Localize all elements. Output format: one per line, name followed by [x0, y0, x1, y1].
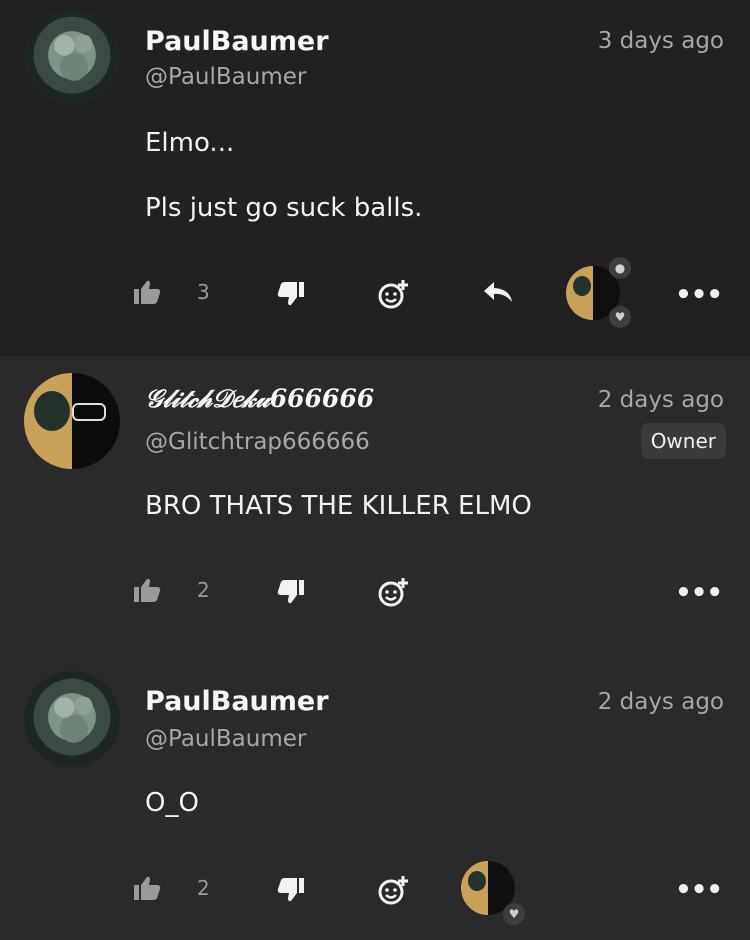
- comment-text: Elmo...: [145, 128, 235, 158]
- comment-bubble-icon: ●: [609, 257, 631, 279]
- dislike-button[interactable]: [277, 878, 304, 902]
- dislike-button[interactable]: [277, 580, 304, 604]
- add-emoji-icon: [377, 874, 409, 906]
- thumbs-up-icon: [134, 578, 161, 602]
- author-avatar[interactable]: [24, 9, 120, 105]
- comment-item: PaulBaumer @PaulBaumer 3 days ago Elmo..…: [0, 0, 750, 356]
- author-name[interactable]: 𝒢𝓁𝒾𝓉𝒸𝒽𝒟𝑒𝓀𝓊666666: [145, 384, 374, 414]
- like-button[interactable]: 2: [134, 876, 210, 900]
- more-options-button[interactable]: •••: [675, 875, 723, 905]
- comment-item: 𝒢𝓁𝒾𝓉𝒸𝒽𝒟𝑒𝓀𝓊666666 @Glitchtrap666666 2 day…: [0, 356, 750, 651]
- like-count: 2: [197, 876, 210, 900]
- author-avatar[interactable]: [24, 373, 120, 469]
- comment-timestamp: 2 days ago: [597, 387, 724, 413]
- like-button[interactable]: 3: [134, 280, 210, 304]
- thumbs-down-icon: [277, 878, 304, 902]
- author-avatar[interactable]: [24, 671, 120, 767]
- comment-text: BRO THATS THE KILLER ELMO: [145, 491, 532, 521]
- like-count: 3: [197, 280, 210, 304]
- heart-icon: ♥: [503, 903, 525, 925]
- like-count: 2: [197, 578, 210, 602]
- more-options-button[interactable]: •••: [675, 280, 723, 310]
- author-handle: @PaulBaumer: [145, 726, 307, 752]
- author-name[interactable]: PaulBaumer: [145, 26, 329, 57]
- comment-text: Pls just go suck balls.: [145, 193, 423, 223]
- add-reaction-button[interactable]: [377, 576, 409, 608]
- author-name[interactable]: PaulBaumer: [145, 686, 329, 717]
- dislike-button[interactable]: [277, 282, 304, 306]
- thumbs-up-icon: [134, 280, 161, 304]
- heart-icon: ♥: [609, 306, 631, 328]
- add-emoji-icon: [377, 576, 409, 608]
- thumbs-down-icon: [277, 282, 304, 306]
- more-options-button[interactable]: •••: [675, 578, 723, 608]
- add-reaction-button[interactable]: [377, 874, 409, 906]
- reply-icon: [483, 281, 513, 303]
- owner-badge: Owner: [640, 423, 726, 459]
- comment-timestamp: 3 days ago: [597, 28, 724, 54]
- reply-button[interactable]: [483, 281, 513, 303]
- author-handle: @Glitchtrap666666: [145, 429, 370, 455]
- comment-item: PaulBaumer @PaulBaumer 2 days ago O_O 2 …: [0, 651, 750, 940]
- author-handle: @PaulBaumer: [145, 64, 307, 90]
- comment-text: O_O: [145, 788, 199, 818]
- comment-timestamp: 2 days ago: [597, 689, 724, 715]
- add-emoji-icon: [377, 278, 409, 310]
- thumbs-up-icon: [134, 876, 161, 900]
- like-button[interactable]: 2: [134, 578, 210, 602]
- add-reaction-button[interactable]: [377, 278, 409, 310]
- thumbs-down-icon: [277, 580, 304, 604]
